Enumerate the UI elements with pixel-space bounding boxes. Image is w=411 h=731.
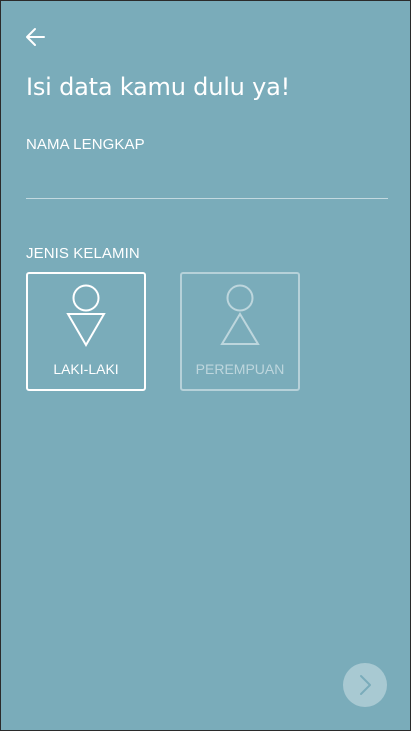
back-button[interactable] <box>21 23 49 51</box>
chevron-right-icon <box>360 675 371 695</box>
female-figure-icon <box>220 284 260 345</box>
male-figure-icon <box>66 284 106 347</box>
arrow-left-icon <box>26 28 45 46</box>
name-field-label: NAMA LENGKAP <box>26 136 145 153</box>
gender-option-female-label: PEREMPUAN <box>195 361 285 377</box>
next-button[interactable] <box>343 663 387 707</box>
gender-field-label: JENIS KELAMIN <box>26 245 140 262</box>
gender-option-male[interactable]: LAKI-LAKI <box>26 272 146 391</box>
gender-option-female[interactable]: PEREMPUAN <box>180 272 300 391</box>
screen: Isi data kamu dulu ya! NAMA LENGKAP JENI… <box>0 0 411 731</box>
gender-option-male-label: LAKI-LAKI <box>53 361 119 377</box>
page-title: Isi data kamu dulu ya! <box>26 73 291 101</box>
full-name-input[interactable] <box>26 161 388 199</box>
